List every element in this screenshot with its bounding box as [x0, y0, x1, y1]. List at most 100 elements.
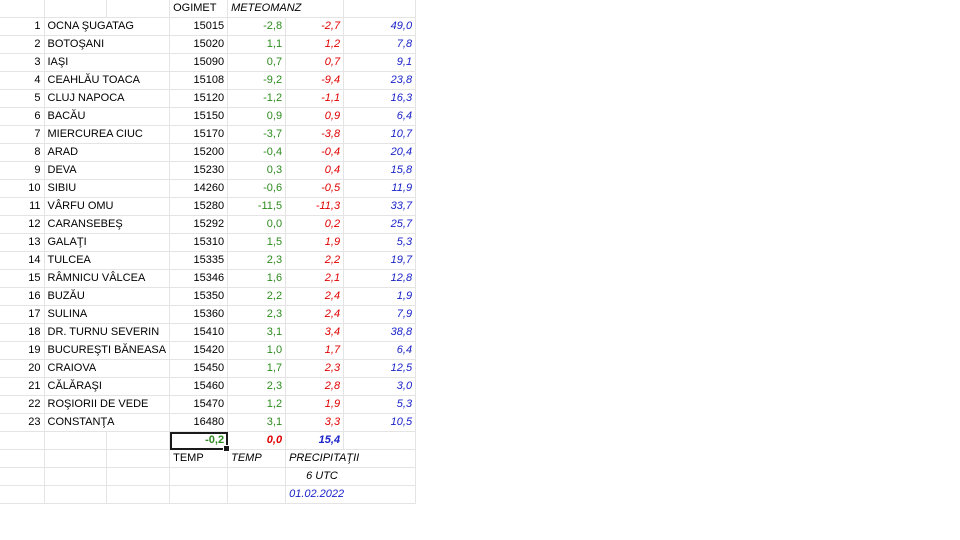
precip-value[interactable]: 15,8: [343, 161, 417, 180]
row-number[interactable]: 23: [0, 413, 45, 432]
header-ogimet[interactable]: OGIMET: [169, 0, 229, 18]
meteomanz-average[interactable]: 0,0: [227, 431, 287, 450]
station-code[interactable]: 15280: [169, 197, 229, 216]
station-code[interactable]: 15460: [169, 377, 229, 396]
row-number[interactable]: 3: [0, 53, 45, 72]
station-name[interactable]: BOTOŞANI: [44, 35, 171, 54]
row-number[interactable]: 15: [0, 269, 45, 288]
row-number[interactable]: 18: [0, 323, 45, 342]
cell[interactable]: [44, 431, 108, 450]
station-code[interactable]: 15310: [169, 233, 229, 252]
cell[interactable]: [0, 467, 45, 486]
ogimet-value[interactable]: -3,7: [227, 125, 287, 144]
cell[interactable]: [106, 431, 171, 450]
ogimet-value[interactable]: 1,2: [227, 395, 287, 414]
precip-average[interactable]: 15,4: [285, 431, 345, 450]
meteomanz-value[interactable]: -3,8: [285, 125, 345, 144]
label-precipitatii[interactable]: PRECIPITAŢII: [285, 449, 417, 468]
row-number[interactable]: 19: [0, 341, 45, 360]
precip-value[interactable]: 25,7: [343, 215, 417, 234]
station-code[interactable]: 15410: [169, 323, 229, 342]
meteomanz-value[interactable]: 3,4: [285, 323, 345, 342]
meteomanz-value[interactable]: 1,9: [285, 233, 345, 252]
meteomanz-value[interactable]: 0,2: [285, 215, 345, 234]
station-code[interactable]: 15170: [169, 125, 229, 144]
station-name[interactable]: CRAIOVA: [44, 359, 171, 378]
precip-value[interactable]: 19,7: [343, 251, 417, 270]
station-code[interactable]: 15120: [169, 89, 229, 108]
precip-value[interactable]: 10,7: [343, 125, 417, 144]
ogimet-value[interactable]: -0,4: [227, 143, 287, 162]
meteomanz-value[interactable]: 3,3: [285, 413, 345, 432]
ogimet-value[interactable]: 2,3: [227, 251, 287, 270]
row-number[interactable]: 11: [0, 197, 45, 216]
row-number[interactable]: 12: [0, 215, 45, 234]
meteomanz-value[interactable]: 2,8: [285, 377, 345, 396]
row-number[interactable]: 16: [0, 287, 45, 306]
ogimet-value[interactable]: 3,1: [227, 323, 287, 342]
cell[interactable]: [44, 0, 108, 18]
cell[interactable]: [343, 0, 417, 18]
ogimet-value[interactable]: -0,6: [227, 179, 287, 198]
station-name[interactable]: SULINA: [44, 305, 171, 324]
ogimet-value[interactable]: 0,0: [227, 215, 287, 234]
station-code[interactable]: 15150: [169, 107, 229, 126]
ogimet-value[interactable]: -11,5: [227, 197, 287, 216]
row-number[interactable]: 5: [0, 89, 45, 108]
precip-value[interactable]: 12,8: [343, 269, 417, 288]
station-name[interactable]: BUCUREŞTI BĂNEASA: [44, 341, 171, 360]
ogimet-value[interactable]: 2,3: [227, 305, 287, 324]
precip-value[interactable]: 12,5: [343, 359, 417, 378]
row-number[interactable]: 20: [0, 359, 45, 378]
station-code[interactable]: 15015: [169, 17, 229, 36]
precip-value[interactable]: 10,5: [343, 413, 417, 432]
station-code[interactable]: 15346: [169, 269, 229, 288]
meteomanz-value[interactable]: -11,3: [285, 197, 345, 216]
meteomanz-value[interactable]: 2,4: [285, 305, 345, 324]
row-number[interactable]: 8: [0, 143, 45, 162]
precip-value[interactable]: 9,1: [343, 53, 417, 72]
station-name[interactable]: CARANSEBEŞ: [44, 215, 171, 234]
station-code[interactable]: 14260: [169, 179, 229, 198]
station-code[interactable]: 16480: [169, 413, 229, 432]
station-name[interactable]: CLUJ NAPOCA: [44, 89, 171, 108]
ogimet-value[interactable]: 0,9: [227, 107, 287, 126]
ogimet-average-cell[interactable]: -0,2: [169, 431, 231, 452]
meteomanz-value[interactable]: 0,9: [285, 107, 345, 126]
station-name[interactable]: SIBIU: [44, 179, 171, 198]
meteomanz-value[interactable]: -2,7: [285, 17, 345, 36]
precip-value[interactable]: 49,0: [343, 17, 417, 36]
station-name[interactable]: GALAŢI: [44, 233, 171, 252]
cell[interactable]: [0, 449, 45, 468]
cell[interactable]: [169, 485, 229, 504]
row-number[interactable]: 10: [0, 179, 45, 198]
cell[interactable]: [106, 467, 171, 486]
station-code[interactable]: 15292: [169, 215, 229, 234]
meteomanz-value[interactable]: 1,2: [285, 35, 345, 54]
label-temp-meteomanz[interactable]: TEMP: [227, 449, 287, 468]
meteomanz-value[interactable]: 1,7: [285, 341, 345, 360]
station-name[interactable]: IAŞI: [44, 53, 171, 72]
row-number[interactable]: 13: [0, 233, 45, 252]
ogimet-value[interactable]: 1,7: [227, 359, 287, 378]
station-code[interactable]: 15335: [169, 251, 229, 270]
ogimet-value[interactable]: 0,3: [227, 161, 287, 180]
cell[interactable]: [106, 485, 171, 504]
ogimet-value[interactable]: 1,6: [227, 269, 287, 288]
precip-value[interactable]: 33,7: [343, 197, 417, 216]
station-code[interactable]: 15350: [169, 287, 229, 306]
station-name[interactable]: ROŞIORII DE VEDE: [44, 395, 171, 414]
cell[interactable]: [44, 449, 108, 468]
label-date[interactable]: 01.02.2022: [285, 485, 417, 504]
station-name[interactable]: BUZĂU: [44, 287, 171, 306]
cell[interactable]: [0, 431, 45, 450]
precip-value[interactable]: 6,4: [343, 341, 417, 360]
station-name[interactable]: DEVA: [44, 161, 171, 180]
row-number[interactable]: 9: [0, 161, 45, 180]
row-number[interactable]: 4: [0, 71, 45, 90]
precip-value[interactable]: 1,9: [343, 287, 417, 306]
station-code[interactable]: 15090: [169, 53, 229, 72]
station-name[interactable]: TULCEA: [44, 251, 171, 270]
row-number[interactable]: 17: [0, 305, 45, 324]
meteomanz-value[interactable]: 2,4: [285, 287, 345, 306]
